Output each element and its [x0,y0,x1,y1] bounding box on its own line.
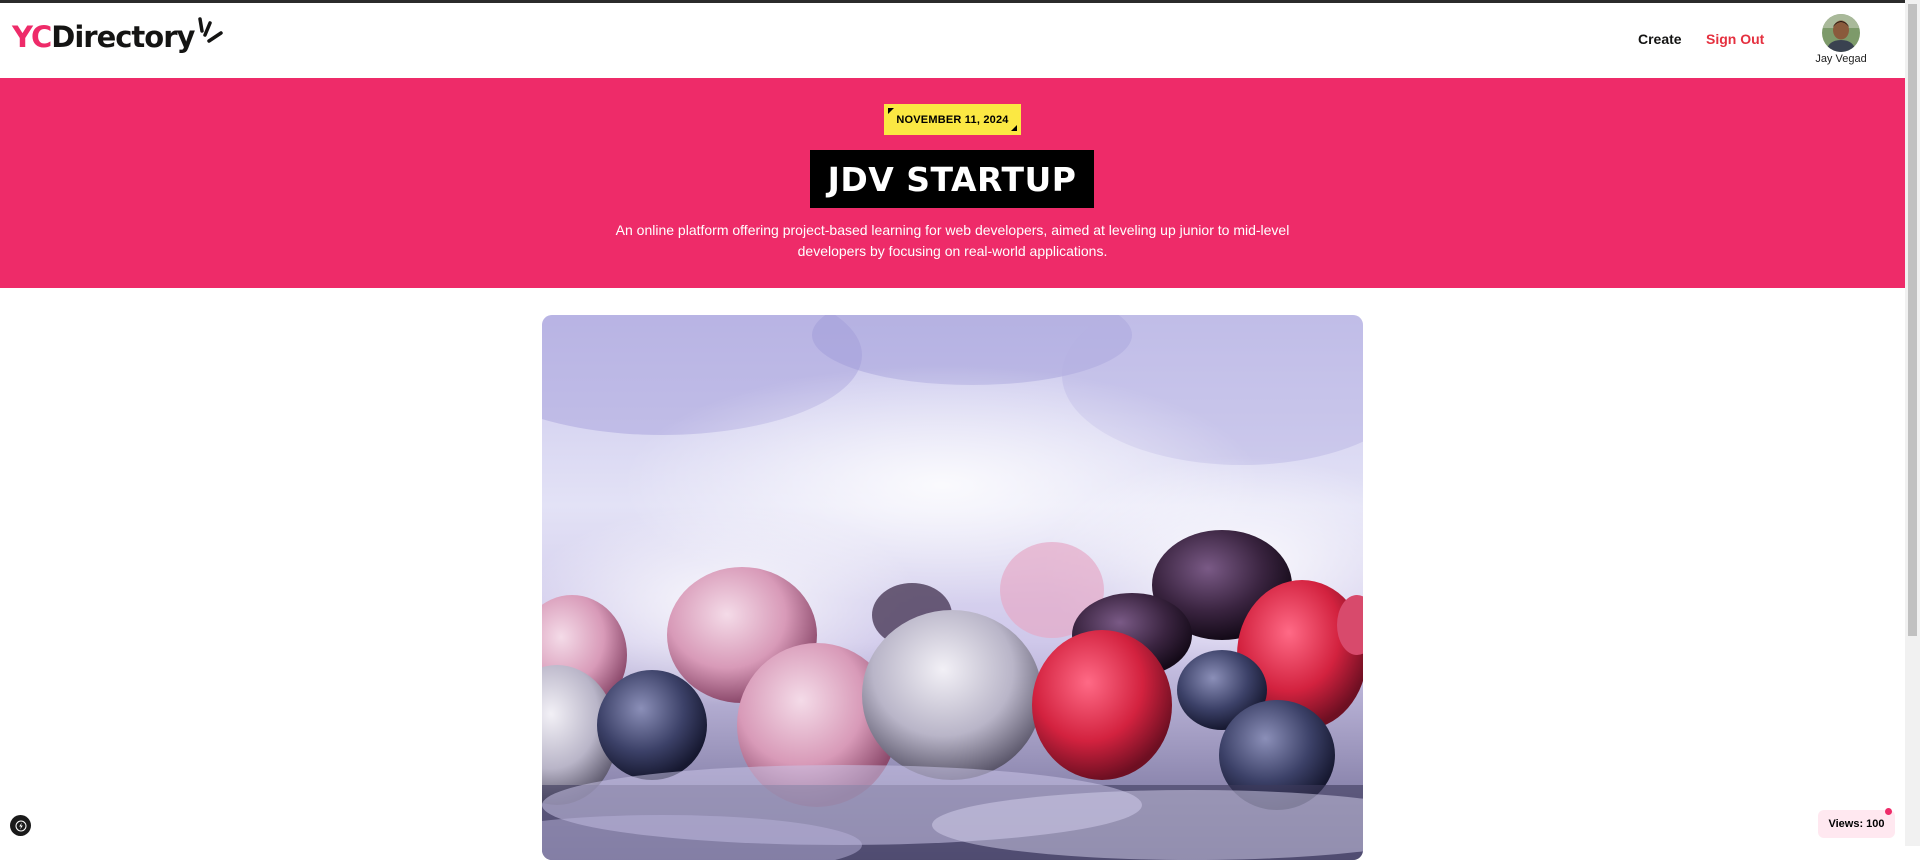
logo-link[interactable]: YC Directory [12,17,228,57]
views-live-dot [1885,808,1892,815]
tag-corner-bottom-right [1011,125,1017,131]
next-dev-icon[interactable] [10,815,31,836]
logo-rays-icon [198,17,224,43]
avatar [1822,14,1860,52]
views-badge: Views: 100 [1818,808,1895,838]
logo-prefix: YC [12,20,52,54]
views-count: Views: 100 [1828,818,1885,830]
tag-corner-top-left [888,108,894,114]
vertical-scrollbar[interactable] [1905,0,1920,846]
logo-text: Directory [51,20,195,54]
sign-out-button[interactable]: Sign Out [1706,31,1764,47]
create-link[interactable]: Create [1638,31,1682,47]
hero-section: NOVEMBER 11, 2024 JDV STARTUP An online … [0,78,1905,288]
scrollbar-thumb[interactable] [1908,4,1917,636]
page-title: JDV STARTUP [827,159,1077,199]
user-profile-link[interactable]: Jay Vegad [1810,14,1872,70]
navbar: YC Directory Create Sign Out Jay Vegad [0,3,1905,78]
date-tag: NOVEMBER 11, 2024 [884,104,1021,135]
user-name: Jay Vegad [1815,53,1867,65]
startup-description: An online platform offering project-base… [615,222,1290,259]
page-title-box: JDV STARTUP [810,150,1094,208]
startup-cover-image [542,315,1363,860]
date-text: NOVEMBER 11, 2024 [896,113,1009,126]
